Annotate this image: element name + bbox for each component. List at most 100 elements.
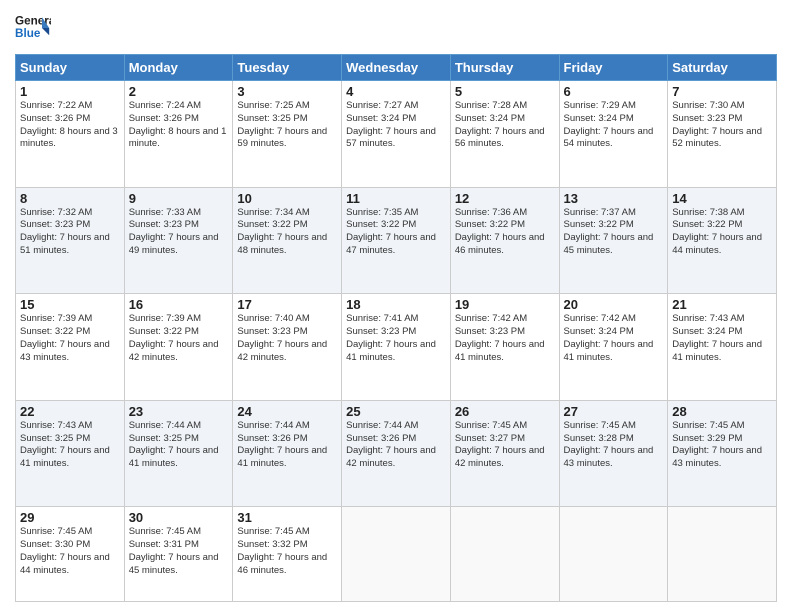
day-detail: Sunrise: 7:30 AM Sunset: 3:23 PM Dayligh… bbox=[672, 100, 772, 151]
day-detail: Sunrise: 7:27 AM Sunset: 3:24 PM Dayligh… bbox=[346, 100, 446, 151]
calendar-cell: 17 Sunrise: 7:40 AM Sunset: 3:23 PM Dayl… bbox=[233, 294, 342, 401]
sunrise-label: Sunrise: 7:39 AM bbox=[129, 313, 201, 324]
calendar-cell: 3 Sunrise: 7:25 AM Sunset: 3:25 PM Dayli… bbox=[233, 81, 342, 188]
daylight-label: Daylight: 7 hours and 41 minutes. bbox=[346, 339, 436, 363]
day-detail: Sunrise: 7:45 AM Sunset: 3:32 PM Dayligh… bbox=[237, 526, 337, 577]
day-detail: Sunrise: 7:38 AM Sunset: 3:22 PM Dayligh… bbox=[672, 207, 772, 258]
day-number: 21 bbox=[672, 297, 772, 312]
daylight-label: Daylight: 7 hours and 43 minutes. bbox=[20, 339, 110, 363]
calendar-cell: 14 Sunrise: 7:38 AM Sunset: 3:22 PM Dayl… bbox=[668, 187, 777, 294]
logo-icon: General Blue bbox=[15, 10, 51, 46]
daylight-label: Daylight: 8 hours and 1 minute. bbox=[129, 126, 227, 150]
day-detail: Sunrise: 7:45 AM Sunset: 3:28 PM Dayligh… bbox=[564, 420, 664, 471]
calendar-cell: 19 Sunrise: 7:42 AM Sunset: 3:23 PM Dayl… bbox=[450, 294, 559, 401]
calendar-cell: 27 Sunrise: 7:45 AM Sunset: 3:28 PM Dayl… bbox=[559, 400, 668, 507]
day-detail: Sunrise: 7:36 AM Sunset: 3:22 PM Dayligh… bbox=[455, 207, 555, 258]
day-number: 14 bbox=[672, 191, 772, 206]
day-number: 3 bbox=[237, 84, 337, 99]
daylight-label: Daylight: 7 hours and 46 minutes. bbox=[237, 552, 327, 576]
day-number: 7 bbox=[672, 84, 772, 99]
calendar-cell: 31 Sunrise: 7:45 AM Sunset: 3:32 PM Dayl… bbox=[233, 507, 342, 602]
day-detail: Sunrise: 7:44 AM Sunset: 3:26 PM Dayligh… bbox=[237, 420, 337, 471]
calendar-cell: 28 Sunrise: 7:45 AM Sunset: 3:29 PM Dayl… bbox=[668, 400, 777, 507]
day-detail: Sunrise: 7:28 AM Sunset: 3:24 PM Dayligh… bbox=[455, 100, 555, 151]
day-number: 20 bbox=[564, 297, 664, 312]
calendar-table: SundayMondayTuesdayWednesdayThursdayFrid… bbox=[15, 54, 777, 602]
daylight-label: Daylight: 8 hours and 3 minutes. bbox=[20, 126, 118, 150]
sunrise-label: Sunrise: 7:32 AM bbox=[20, 207, 92, 218]
sunset-label: Sunset: 3:22 PM bbox=[346, 219, 416, 230]
day-detail: Sunrise: 7:39 AM Sunset: 3:22 PM Dayligh… bbox=[20, 313, 120, 364]
day-detail: Sunrise: 7:45 AM Sunset: 3:27 PM Dayligh… bbox=[455, 420, 555, 471]
calendar-cell: 5 Sunrise: 7:28 AM Sunset: 3:24 PM Dayli… bbox=[450, 81, 559, 188]
calendar-cell: 20 Sunrise: 7:42 AM Sunset: 3:24 PM Dayl… bbox=[559, 294, 668, 401]
calendar-cell: 30 Sunrise: 7:45 AM Sunset: 3:31 PM Dayl… bbox=[124, 507, 233, 602]
daylight-label: Daylight: 7 hours and 41 minutes. bbox=[455, 339, 545, 363]
sunset-label: Sunset: 3:24 PM bbox=[564, 113, 634, 124]
day-detail: Sunrise: 7:24 AM Sunset: 3:26 PM Dayligh… bbox=[129, 100, 229, 151]
calendar-cell bbox=[342, 507, 451, 602]
sunrise-label: Sunrise: 7:36 AM bbox=[455, 207, 527, 218]
day-number: 11 bbox=[346, 191, 446, 206]
sunrise-label: Sunrise: 7:25 AM bbox=[237, 100, 309, 111]
daylight-label: Daylight: 7 hours and 41 minutes. bbox=[564, 339, 654, 363]
logo: General Blue bbox=[15, 10, 51, 46]
calendar-cell: 6 Sunrise: 7:29 AM Sunset: 3:24 PM Dayli… bbox=[559, 81, 668, 188]
day-detail: Sunrise: 7:45 AM Sunset: 3:29 PM Dayligh… bbox=[672, 420, 772, 471]
sunset-label: Sunset: 3:25 PM bbox=[237, 113, 307, 124]
sunrise-label: Sunrise: 7:35 AM bbox=[346, 207, 418, 218]
day-number: 16 bbox=[129, 297, 229, 312]
sunset-label: Sunset: 3:26 PM bbox=[346, 433, 416, 444]
day-detail: Sunrise: 7:40 AM Sunset: 3:23 PM Dayligh… bbox=[237, 313, 337, 364]
daylight-label: Daylight: 7 hours and 44 minutes. bbox=[20, 552, 110, 576]
day-detail: Sunrise: 7:33 AM Sunset: 3:23 PM Dayligh… bbox=[129, 207, 229, 258]
sunset-label: Sunset: 3:29 PM bbox=[672, 433, 742, 444]
sunrise-label: Sunrise: 7:42 AM bbox=[564, 313, 636, 324]
sunrise-label: Sunrise: 7:30 AM bbox=[672, 100, 744, 111]
calendar-cell: 24 Sunrise: 7:44 AM Sunset: 3:26 PM Dayl… bbox=[233, 400, 342, 507]
sunset-label: Sunset: 3:24 PM bbox=[564, 326, 634, 337]
day-number: 2 bbox=[129, 84, 229, 99]
daylight-label: Daylight: 7 hours and 41 minutes. bbox=[20, 445, 110, 469]
sunset-label: Sunset: 3:22 PM bbox=[20, 326, 90, 337]
daylight-label: Daylight: 7 hours and 49 minutes. bbox=[129, 232, 219, 256]
daylight-label: Daylight: 7 hours and 52 minutes. bbox=[672, 126, 762, 150]
sunrise-label: Sunrise: 7:45 AM bbox=[455, 420, 527, 431]
sunset-label: Sunset: 3:32 PM bbox=[237, 539, 307, 550]
sunset-label: Sunset: 3:23 PM bbox=[672, 113, 742, 124]
calendar-cell: 29 Sunrise: 7:45 AM Sunset: 3:30 PM Dayl… bbox=[16, 507, 125, 602]
day-number: 23 bbox=[129, 404, 229, 419]
calendar-cell: 8 Sunrise: 7:32 AM Sunset: 3:23 PM Dayli… bbox=[16, 187, 125, 294]
sunset-label: Sunset: 3:27 PM bbox=[455, 433, 525, 444]
sunrise-label: Sunrise: 7:45 AM bbox=[20, 526, 92, 537]
daylight-label: Daylight: 7 hours and 59 minutes. bbox=[237, 126, 327, 150]
daylight-label: Daylight: 7 hours and 48 minutes. bbox=[237, 232, 327, 256]
column-header-tuesday: Tuesday bbox=[233, 55, 342, 81]
day-number: 10 bbox=[237, 191, 337, 206]
calendar-cell bbox=[450, 507, 559, 602]
daylight-label: Daylight: 7 hours and 41 minutes. bbox=[672, 339, 762, 363]
daylight-label: Daylight: 7 hours and 45 minutes. bbox=[129, 552, 219, 576]
day-number: 4 bbox=[346, 84, 446, 99]
column-header-friday: Friday bbox=[559, 55, 668, 81]
sunset-label: Sunset: 3:23 PM bbox=[129, 219, 199, 230]
sunrise-label: Sunrise: 7:43 AM bbox=[20, 420, 92, 431]
calendar-cell: 26 Sunrise: 7:45 AM Sunset: 3:27 PM Dayl… bbox=[450, 400, 559, 507]
day-number: 24 bbox=[237, 404, 337, 419]
day-detail: Sunrise: 7:44 AM Sunset: 3:26 PM Dayligh… bbox=[346, 420, 446, 471]
daylight-label: Daylight: 7 hours and 46 minutes. bbox=[455, 232, 545, 256]
sunset-label: Sunset: 3:31 PM bbox=[129, 539, 199, 550]
sunrise-label: Sunrise: 7:34 AM bbox=[237, 207, 309, 218]
calendar-cell: 21 Sunrise: 7:43 AM Sunset: 3:24 PM Dayl… bbox=[668, 294, 777, 401]
day-number: 5 bbox=[455, 84, 555, 99]
sunrise-label: Sunrise: 7:22 AM bbox=[20, 100, 92, 111]
daylight-label: Daylight: 7 hours and 41 minutes. bbox=[129, 445, 219, 469]
column-header-sunday: Sunday bbox=[16, 55, 125, 81]
sunrise-label: Sunrise: 7:33 AM bbox=[129, 207, 201, 218]
day-number: 9 bbox=[129, 191, 229, 206]
day-number: 8 bbox=[20, 191, 120, 206]
sunrise-label: Sunrise: 7:24 AM bbox=[129, 100, 201, 111]
calendar-cell: 15 Sunrise: 7:39 AM Sunset: 3:22 PM Dayl… bbox=[16, 294, 125, 401]
daylight-label: Daylight: 7 hours and 44 minutes. bbox=[672, 232, 762, 256]
sunset-label: Sunset: 3:24 PM bbox=[346, 113, 416, 124]
